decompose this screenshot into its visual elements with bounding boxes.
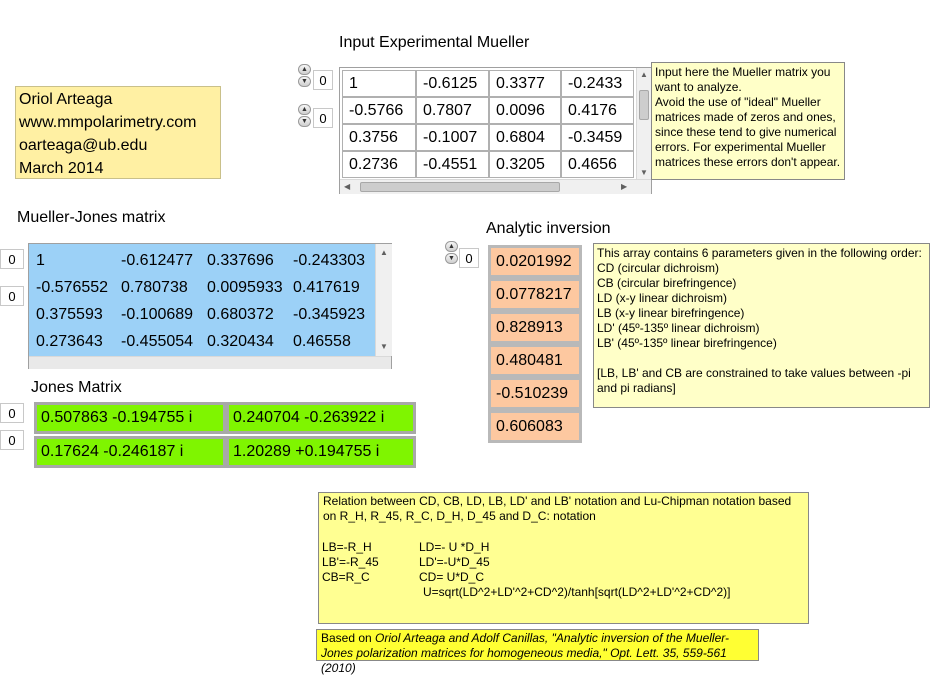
input-matrix-title: Input Experimental Mueller [339,34,530,51]
relation-line: LB=-R_H [322,540,372,554]
relation-right-column: LD=- U *D_H LD'=-U*D_45 CD= U*D_C U=sqrt… [419,540,731,600]
input-matrix-note: Input here the Mueller matrix you want t… [651,62,845,180]
jones-cell: 0.17624 -0.246187 i [34,436,226,468]
author-info: Oriol Arteaga www.mmpolarimetry.com oart… [15,86,221,179]
matrix-cell[interactable]: -0.3459 [561,124,634,151]
row-index-spinner[interactable]: ▲ ▼ [298,64,311,88]
matrix-cell: 0.780738 [121,278,188,296]
relation-line: LD'=-U*D_45 [419,555,490,569]
scroll-down-icon[interactable]: ▼ [640,168,648,177]
matrix-cell[interactable]: 0.2736 [342,151,416,178]
analytic-value: -0.510239 [488,377,582,410]
scroll-down-icon[interactable]: ▼ [380,342,388,351]
vertical-scrollbar[interactable]: ▲ ▼ [636,68,652,179]
matrix-cell: -0.576552 [36,278,109,296]
mueller-jones-title: Mueller-Jones matrix [17,209,166,226]
matrix-cell[interactable]: -0.6125 [416,70,489,97]
vertical-scrollbar[interactable]: ▲ ▼ [375,244,392,356]
reference-note: Based on Oriol Arteaga and Adolf Canilla… [316,629,759,675]
relation-note: Relation between CD, CB, LD, LB, LD' and… [318,492,809,624]
relation-line: LD=- U *D_H [419,540,490,554]
up-arrow-icon[interactable]: ▲ [445,241,458,252]
scroll-up-icon[interactable]: ▲ [380,248,388,257]
relation-left-column: LB=-R_H LB'=-R_45 CB=R_C [322,540,379,585]
matrix-cell[interactable]: 0.3205 [489,151,561,178]
matrix-cell[interactable]: 0.7807 [416,97,489,124]
scroll-up-icon[interactable]: ▲ [640,70,648,79]
matrix-cell: -0.243303 [293,251,366,269]
matrix-cell[interactable]: -0.5766 [342,97,416,124]
matrix-cell[interactable]: -0.2433 [561,70,634,97]
matrix-cell[interactable]: -0.1007 [416,124,489,151]
scroll-right-icon[interactable]: ▶ [621,182,627,191]
author-date: March 2014 [19,160,104,177]
matrix-cell: 0.273643 [36,332,103,350]
matrix-cell: 0.680372 [207,305,274,323]
analytic-title: Analytic inversion [486,220,611,237]
mueller-jones-grid: 1 -0.612477 0.337696 -0.243303 -0.576552… [28,243,392,369]
input-matrix-grid: 1 -0.6125 0.3377 -0.2433 -0.5766 0.7807 … [339,67,652,194]
jones-cell: 0.507863 -0.194755 i [34,402,226,434]
mueller-jones-row-index[interactable]: 0 [0,249,24,269]
matrix-cell: -0.100689 [121,305,194,323]
matrix-cell[interactable]: 1 [342,70,416,97]
matrix-cell[interactable]: 0.0096 [489,97,561,124]
analytic-note: This array contains 6 parameters given i… [593,243,930,408]
scroll-left-icon[interactable]: ◀ [344,182,350,191]
down-arrow-icon[interactable]: ▼ [445,253,458,264]
matrix-cell[interactable]: 0.3377 [489,70,561,97]
matrix-cell: 0.337696 [207,251,274,269]
matrix-cell: 0.417619 [293,278,360,296]
relation-heading: Relation between CD, CB, LD, LB, LD' and… [323,494,792,523]
matrix-cell[interactable]: 0.4176 [561,97,634,124]
relation-line: U=sqrt(LD^2+LD'^2+CD^2)/tanh[sqrt(LD^2+L… [423,585,731,599]
horizontal-scrollbar[interactable] [29,356,391,369]
down-arrow-icon[interactable]: ▼ [298,116,311,127]
matrix-cell: 0.46558 [293,332,351,350]
matrix-cell: -0.455054 [121,332,194,350]
jones-cell: 0.240704 -0.263922 i [226,402,416,434]
analytic-value: 0.0778217 [488,278,582,311]
matrix-cell: 0.320434 [207,332,274,350]
jones-row-index[interactable]: 0 [0,403,24,423]
relation-line: LB'=-R_45 [322,555,379,569]
jones-cell: 1.20289 +0.194755 i [226,436,416,468]
author-website: www.mmpolarimetry.com [19,114,197,131]
up-arrow-icon[interactable]: ▲ [298,64,311,75]
relation-line: CB=R_C [322,570,370,584]
analytic-value: 0.480481 [488,344,582,377]
matrix-cell[interactable]: 0.4656 [561,151,634,178]
col-index-spinner[interactable]: ▲ ▼ [298,104,311,128]
author-name: Oriol Arteaga [19,91,113,108]
analytic-value: 0.0201992 [488,245,582,278]
matrix-cell: 0.375593 [36,305,103,323]
analytic-value: 0.606083 [488,410,582,443]
analytic-index-spinner[interactable]: ▲ ▼ [445,241,458,265]
matrix-cell: 1 [36,251,45,269]
analytic-index-input[interactable]: 0 [459,248,479,268]
matrix-cell[interactable]: 0.3756 [342,124,416,151]
matrix-cell: -0.345923 [293,305,366,323]
reference-authors: Oriol Arteaga and Adolf Canillas [375,631,545,645]
scroll-thumb[interactable] [360,182,560,192]
relation-line: CD= U*D_C [419,570,485,584]
row-index-input[interactable]: 0 [313,70,333,90]
mueller-jones-col-index[interactable]: 0 [0,286,24,306]
down-arrow-icon[interactable]: ▼ [298,76,311,87]
author-email: oarteaga@ub.edu [19,137,148,154]
matrix-cell[interactable]: 0.6804 [489,124,561,151]
analytic-value: 0.828913 [488,311,582,344]
matrix-cell: 0.0095933 [207,278,283,296]
scroll-thumb[interactable] [639,90,649,120]
jones-title: Jones Matrix [31,379,122,396]
matrix-cell[interactable]: -0.4551 [416,151,489,178]
reference-prefix: Based on [321,631,376,645]
col-index-input[interactable]: 0 [313,108,333,128]
jones-col-index[interactable]: 0 [0,430,24,450]
matrix-cell: -0.612477 [121,251,194,269]
horizontal-scrollbar[interactable]: ◀ ▶ [340,179,651,194]
up-arrow-icon[interactable]: ▲ [298,104,311,115]
